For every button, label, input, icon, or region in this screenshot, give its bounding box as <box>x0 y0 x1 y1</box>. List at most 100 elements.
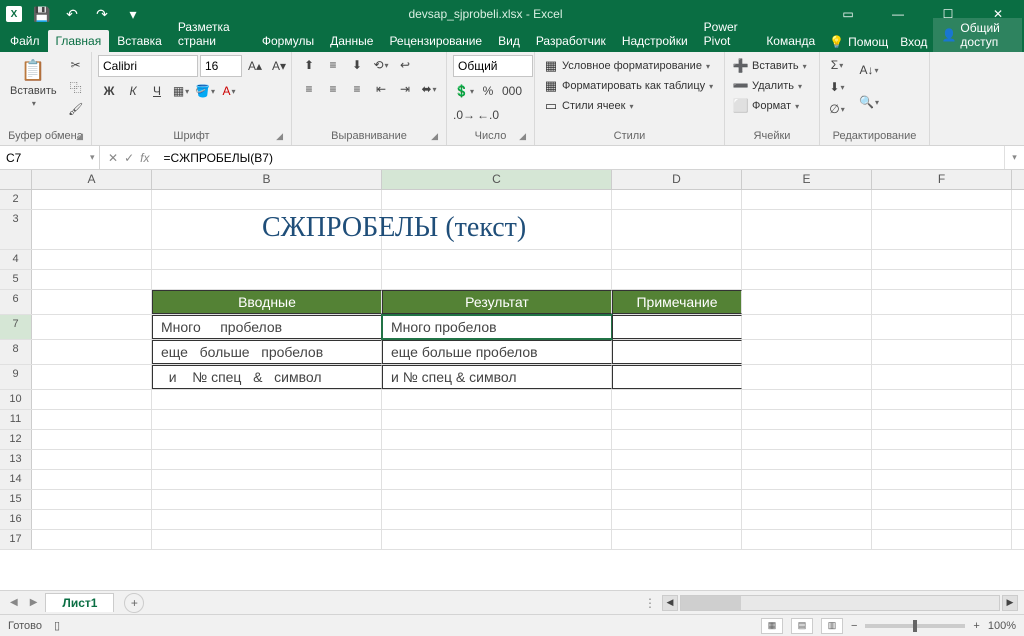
cell[interactable] <box>32 315 152 339</box>
name-box[interactable] <box>0 151 85 165</box>
font-color-icon[interactable]: A▾ <box>218 81 240 101</box>
cell[interactable] <box>612 470 742 489</box>
qat-customize-icon[interactable]: ▾ <box>123 4 143 24</box>
clear-icon[interactable]: ∅▾ <box>826 99 848 119</box>
cell[interactable] <box>32 490 152 509</box>
tab-view[interactable]: Вид <box>490 30 528 52</box>
tab-powerpivot[interactable]: Power Pivot <box>696 16 759 52</box>
cancel-formula-icon[interactable]: ✕ <box>108 151 118 165</box>
delete-cells-button[interactable]: ➖Удалить▾ <box>731 77 804 95</box>
tab-page-layout[interactable]: Разметка страни <box>170 16 254 52</box>
col-header-a[interactable]: A <box>32 170 152 189</box>
cell-styles-button[interactable]: ▭Стили ячеек▾ <box>541 97 636 115</box>
minimize-icon[interactable]: — <box>878 1 918 27</box>
new-sheet-button[interactable]: + <box>124 593 144 613</box>
conditional-formatting-button[interactable]: ▦Условное форматирование▾ <box>541 57 712 75</box>
cell[interactable] <box>32 470 152 489</box>
cell[interactable] <box>382 270 612 289</box>
select-all-corner[interactable] <box>0 170 32 189</box>
cell[interactable] <box>742 270 872 289</box>
row-header[interactable]: 17 <box>0 530 32 549</box>
merge-center-icon[interactable]: ⬌▾ <box>418 79 440 99</box>
table-cell[interactable]: и № спец & символ <box>382 365 612 389</box>
redo-icon[interactable]: ↷ <box>92 4 112 24</box>
cell[interactable] <box>872 390 1012 409</box>
align-center-icon[interactable]: ≡ <box>322 79 344 99</box>
table-header-input[interactable]: Вводные <box>152 290 382 314</box>
cell[interactable] <box>32 340 152 364</box>
table-cell[interactable]: еще больше пробелов <box>152 340 382 364</box>
cell[interactable] <box>872 470 1012 489</box>
cell[interactable] <box>382 470 612 489</box>
tell-me[interactable]: 💡Помощ <box>823 32 894 52</box>
align-bottom-icon[interactable]: ⬇ <box>346 55 368 75</box>
cell[interactable] <box>872 490 1012 509</box>
align-middle-icon[interactable]: ≡ <box>322 55 344 75</box>
table-header-note[interactable]: Примечание <box>612 290 742 314</box>
zoom-out-icon[interactable]: − <box>851 620 857 632</box>
font-name-combo[interactable] <box>98 55 198 77</box>
scroll-thumb[interactable] <box>681 596 741 610</box>
cell[interactable] <box>872 340 1012 364</box>
align-left-icon[interactable]: ≡ <box>298 79 320 99</box>
cell[interactable] <box>742 365 872 389</box>
view-normal-icon[interactable]: ▦ <box>761 618 783 634</box>
cell[interactable] <box>32 430 152 449</box>
tab-review[interactable]: Рецензирование <box>381 30 490 52</box>
comma-icon[interactable]: 000 <box>501 81 523 101</box>
sheet-tab[interactable]: Лист1 <box>45 593 114 612</box>
fill-color-icon[interactable]: 🪣▾ <box>194 81 216 101</box>
sheet-nav-next-icon[interactable]: ▶ <box>26 597 42 608</box>
cell[interactable] <box>872 210 1012 249</box>
align-right-icon[interactable]: ≡ <box>346 79 368 99</box>
row-header[interactable]: 2 <box>0 190 32 209</box>
row-header[interactable]: 13 <box>0 450 32 469</box>
font-size-combo[interactable] <box>200 55 242 77</box>
cell[interactable] <box>32 210 152 249</box>
col-header-e[interactable]: E <box>742 170 872 189</box>
table-cell[interactable] <box>612 340 742 364</box>
tab-formulas[interactable]: Формулы <box>254 30 322 52</box>
scroll-right-icon[interactable]: ▶ <box>1002 595 1018 611</box>
orientation-icon[interactable]: ⟲▾ <box>370 55 392 75</box>
cell[interactable] <box>612 510 742 529</box>
row-header[interactable]: 16 <box>0 510 32 529</box>
table-cell[interactable]: Много пробелов <box>152 315 382 339</box>
tab-file[interactable]: Файл <box>2 30 48 52</box>
cell[interactable] <box>872 430 1012 449</box>
cell[interactable] <box>382 390 612 409</box>
cell[interactable] <box>152 490 382 509</box>
cell[interactable] <box>742 290 872 314</box>
cell[interactable] <box>382 190 612 209</box>
cell[interactable] <box>32 410 152 429</box>
formula-input[interactable] <box>157 146 1004 169</box>
tab-home[interactable]: Главная <box>48 30 110 52</box>
cell[interactable]: СЖПРОБЕЛЫ (текст) <box>382 210 612 249</box>
cell[interactable] <box>382 530 612 549</box>
tab-team[interactable]: Команда <box>758 30 823 52</box>
cell[interactable] <box>872 290 1012 314</box>
cell[interactable] <box>612 210 742 249</box>
col-header-d[interactable]: D <box>612 170 742 189</box>
cell[interactable] <box>382 250 612 269</box>
format-cells-button[interactable]: ⬜Формат▾ <box>731 97 801 115</box>
cut-icon[interactable]: ✂ <box>65 55 87 75</box>
decrease-decimal-icon[interactable]: ←.0 <box>477 105 499 125</box>
cell[interactable] <box>612 390 742 409</box>
cell[interactable] <box>742 390 872 409</box>
cell[interactable] <box>742 510 872 529</box>
number-format-combo[interactable] <box>453 55 533 77</box>
cell[interactable] <box>152 190 382 209</box>
copy-icon[interactable]: ⿻ <box>65 77 87 97</box>
autosum-icon[interactable]: Σ▾ <box>826 55 848 75</box>
row-header[interactable]: 7 <box>0 315 32 339</box>
cell[interactable] <box>32 510 152 529</box>
paste-button[interactable]: 📋 Вставить ▾ <box>6 55 61 110</box>
format-as-table-button[interactable]: ▦Форматировать как таблицу▾ <box>541 77 715 95</box>
cell[interactable] <box>742 210 872 249</box>
cell[interactable] <box>872 510 1012 529</box>
underline-button[interactable]: Ч <box>146 81 168 101</box>
cell[interactable] <box>742 490 872 509</box>
cell[interactable] <box>152 430 382 449</box>
cell[interactable] <box>32 450 152 469</box>
